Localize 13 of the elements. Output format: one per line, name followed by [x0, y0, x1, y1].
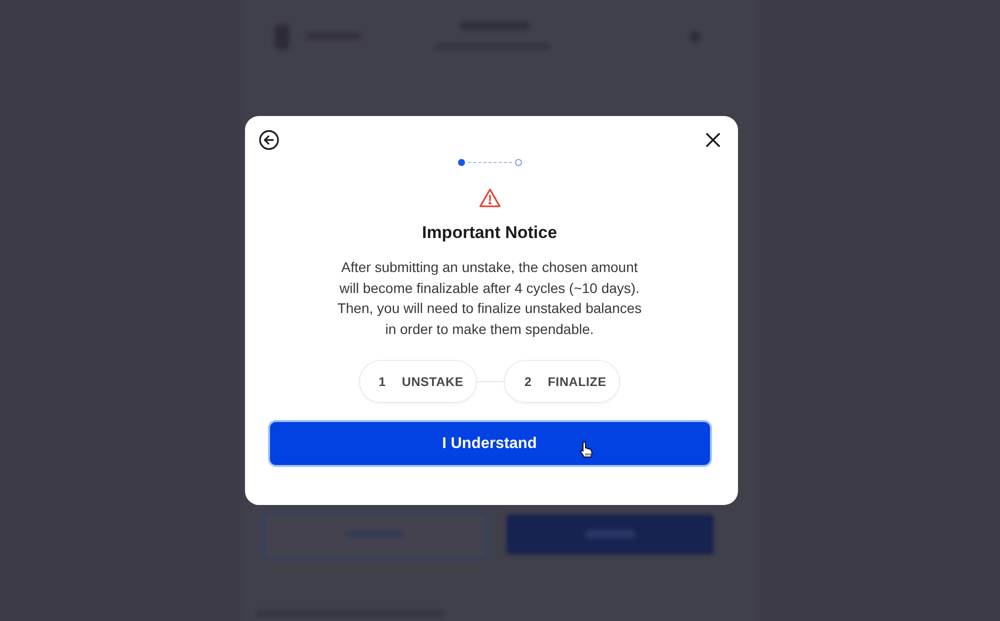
close-button[interactable]: [706, 133, 720, 147]
close-icon: [706, 133, 720, 147]
step-label: UNSTAKE: [402, 374, 464, 388]
dashed-progress-line: [468, 162, 512, 163]
step-number: 2: [524, 374, 532, 388]
step-number: 1: [378, 374, 386, 388]
dialog-title: Important Notice: [422, 223, 558, 243]
notice-message: After submitting an unstake, the chosen amount will become finalizable after 4 cycles (~10 days). Then, you will need to finalize unstaked balances in order to make them spendable.: [336, 258, 643, 339]
step-label: FINALIZE: [548, 374, 606, 388]
hand-pointer-cursor-icon: [580, 441, 593, 458]
understand-button[interactable]: I Understand: [270, 422, 710, 465]
warning-icon: [478, 188, 500, 208]
back-button[interactable]: [259, 130, 279, 150]
